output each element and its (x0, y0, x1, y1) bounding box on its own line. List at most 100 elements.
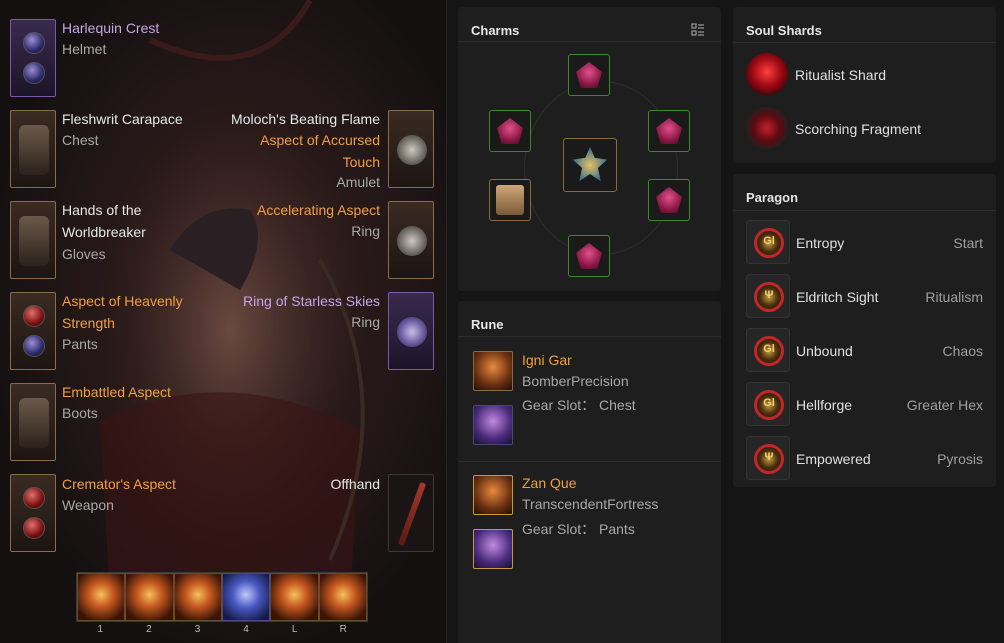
rune-glyph-icon[interactable] (473, 351, 513, 391)
boots-type: Boots (62, 405, 98, 421)
chest-armor-icon (19, 125, 49, 175)
pants-name-line2[interactable]: Strength (62, 312, 115, 334)
glyph-icon[interactable]: Ψ (746, 436, 790, 480)
amulet-icon (397, 135, 427, 165)
seal-icon (497, 118, 523, 144)
ring1-type: Ring (351, 223, 380, 239)
amulet-name-line2[interactable]: Aspect of Accursed (260, 129, 380, 151)
socket-gem-icon (23, 62, 45, 84)
divider (733, 42, 996, 43)
rune-panel: Rune Igni Gar BomberPrecision Gear Slot：… (458, 301, 721, 643)
skill-key-label: 3 (194, 624, 201, 635)
offhand-name[interactable]: Offhand (330, 473, 380, 495)
rune-gear-slot: Gear Slot： Pants (522, 521, 635, 537)
glyph-name: Hellforge (796, 397, 853, 413)
soul-shards-panel: Soul Shards Ritualist Shard Scorching Fr… (733, 7, 996, 163)
ring2-slot[interactable] (388, 292, 434, 370)
charm-lower-left[interactable] (489, 179, 531, 221)
skill-key-label: 1 (97, 624, 104, 635)
weapon-slot[interactable] (10, 474, 56, 552)
boots-slot[interactable] (10, 383, 56, 461)
charm-upper-left[interactable] (489, 110, 531, 152)
glyph-name: Eldritch Sight (796, 289, 879, 305)
rune-desc: TranscendentFortress (522, 496, 659, 512)
soul-shards-title: Soul Shards (746, 23, 822, 38)
amulet-slot[interactable] (388, 110, 434, 188)
chest-type: Chest (62, 132, 99, 148)
divider (733, 210, 996, 211)
shard-name: Ritualist Shard (795, 67, 887, 83)
helmet-type: Helmet (62, 41, 107, 57)
rune-title: Rune (471, 317, 504, 332)
amulet-name-line1[interactable]: Moloch's Beating Flame (231, 108, 380, 130)
skill-slot-2-icon[interactable] (125, 573, 174, 621)
boots-name[interactable]: Embattled Aspect (62, 381, 171, 403)
seal-icon (656, 187, 682, 213)
paragon-board-name: Chaos (942, 343, 983, 359)
rune-desc: BomberPrecision (522, 373, 629, 389)
gloves-type: Gloves (62, 246, 106, 262)
rune-glyph-icon[interactable] (473, 475, 513, 515)
glyph-icon[interactable]: Gl (746, 220, 790, 264)
sword-icon (397, 481, 427, 547)
skill-key-label: 2 (146, 624, 152, 635)
amulet-name-line3[interactable]: Touch (343, 151, 380, 173)
charm-lower-right[interactable] (648, 179, 690, 221)
socket-gem-icon (23, 305, 45, 327)
charm-bottom[interactable] (568, 235, 610, 277)
offhand-slot[interactable] (388, 474, 434, 552)
glyph-icon[interactable]: Gl (746, 328, 790, 372)
socket-gem-icon (23, 487, 45, 509)
paragon-board-name: Ritualism (925, 289, 983, 305)
glyph-name: Entropy (796, 235, 845, 251)
gloves-icon (19, 216, 49, 266)
shard-name: Scorching Fragment (795, 121, 922, 137)
socket-gem-icon (23, 32, 45, 54)
glyph-icon[interactable]: Gl (746, 382, 790, 426)
glyph-icon[interactable]: Ψ (746, 274, 790, 318)
chest-name[interactable]: Fleshwrit Carapace (62, 108, 183, 130)
pants-slot[interactable] (10, 292, 56, 370)
pants-type: Pants (62, 336, 98, 352)
socket-gem-icon (23, 517, 45, 539)
rune-hex-icon[interactable] (473, 529, 513, 569)
rune-hex-icon[interactable] (473, 405, 513, 445)
ring-icon (397, 226, 427, 256)
ring2-name[interactable]: Ring of Starless Skies (243, 290, 380, 312)
scorching-fragment-icon[interactable] (746, 107, 788, 149)
glyph-name: Unbound (796, 343, 853, 359)
skill-slot-r-icon[interactable] (318, 573, 367, 621)
pants-name-line1[interactable]: Aspect of Heavenly (62, 290, 183, 312)
skill-slot-l-icon[interactable] (270, 573, 319, 621)
skill-slot-4-icon[interactable] (221, 573, 271, 621)
helmet-slot[interactable] (10, 19, 56, 97)
charm-upper-right[interactable] (648, 110, 690, 152)
paragon-board-name: Greater Hex (906, 397, 983, 413)
ritualist-shard-icon[interactable] (746, 53, 788, 95)
ring1-name[interactable]: Accelerating Aspect (257, 199, 380, 221)
skill-slot-3-icon[interactable] (173, 573, 222, 621)
rune-name: Igni Gar (522, 352, 572, 368)
rune-name: Zan Que (522, 475, 577, 491)
charm-top[interactable] (568, 54, 610, 96)
star-charm-icon (572, 147, 608, 182)
list-view-icon[interactable] (691, 23, 705, 37)
weapon-name[interactable]: Cremator's Aspect (62, 473, 176, 495)
gloves-slot[interactable] (10, 201, 56, 279)
seal-icon (656, 118, 682, 144)
paragon-board-name: Pyrosis (937, 451, 983, 467)
paragon-panel: Paragon Gl Entropy Start Ψ Eldritch Sigh… (733, 174, 996, 487)
skill-slot-1-icon[interactable] (77, 573, 126, 621)
chest-slot[interactable] (10, 110, 56, 188)
charm-center[interactable] (563, 138, 617, 192)
scroll-icon (496, 185, 524, 215)
divider (458, 461, 721, 462)
divider (458, 336, 721, 337)
skill-key-label: L (291, 624, 298, 635)
gloves-name-line1[interactable]: Hands of the (62, 199, 141, 221)
weapon-type: Weapon (62, 497, 114, 513)
ring1-slot[interactable] (388, 201, 434, 279)
helmet-name[interactable]: Harlequin Crest (62, 17, 159, 39)
seal-icon (576, 243, 602, 269)
gloves-name-line2[interactable]: Worldbreaker (62, 221, 146, 243)
